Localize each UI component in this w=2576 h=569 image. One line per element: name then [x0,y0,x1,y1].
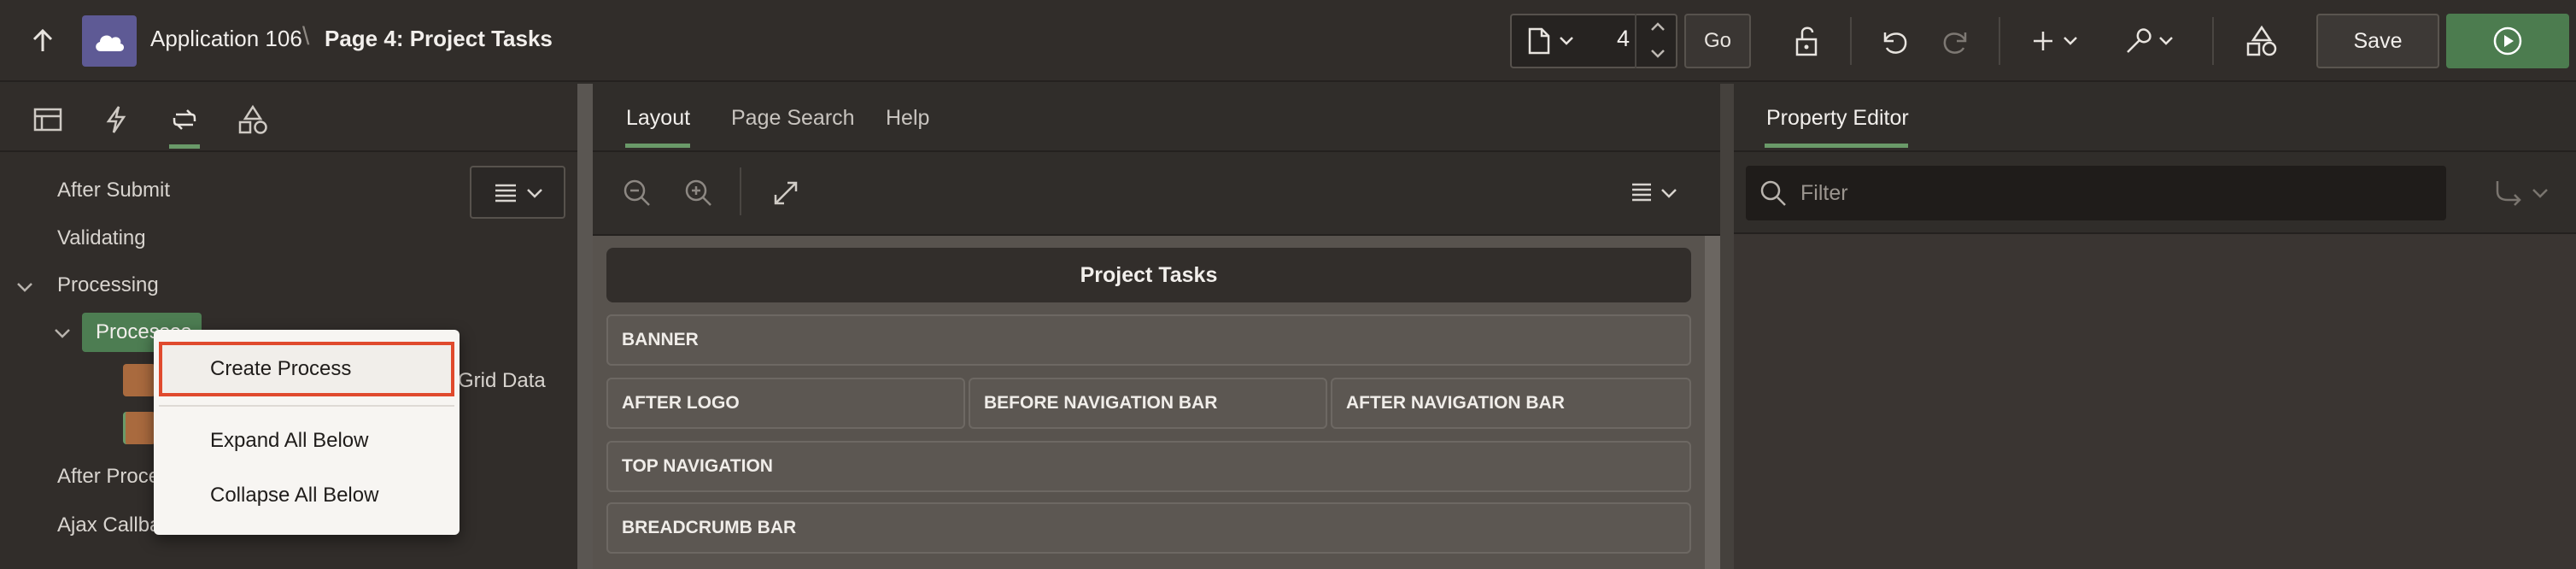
breadcrumb-separator: \ [302,22,310,50]
undo-icon[interactable] [1871,21,1918,62]
play-icon [2493,26,2522,56]
filter-input[interactable] [1800,166,2433,220]
arrow-up-icon[interactable] [17,21,68,62]
slot-top-navigation[interactable]: TOP NAVIGATION [606,441,1691,492]
chevron-down-icon[interactable] [50,321,75,345]
zoom-out-icon[interactable] [618,174,656,212]
active-tab-indicator [1765,144,1908,148]
chevron-down-icon[interactable] [1556,29,1577,53]
page-title: Page 4: Project Tasks [325,26,553,51]
plus-icon[interactable] [2026,21,2060,62]
menu-item-collapse-all-below[interactable]: Collapse All Below [159,468,454,523]
menu-item-expand-all-below[interactable]: Expand All Below [159,414,454,468]
toolbar-divider [1999,17,2000,65]
active-tab-indicator [625,144,690,148]
process-icon [123,364,155,396]
chevron-down-icon[interactable] [2156,29,2176,53]
save-button[interactable]: Save [2316,14,2439,68]
app-name-link[interactable]: Application 106 [150,26,302,52]
wrench-icon[interactable] [2122,21,2156,62]
slot-banner[interactable]: BANNER [606,314,1691,366]
chevron-down-icon[interactable] [1659,183,1679,203]
chevron-down-icon [527,189,542,198]
page-number-input[interactable]: 4 [1599,26,1630,52]
pane-splitter[interactable] [1720,84,1734,569]
tab-property-editor[interactable]: Property Editor [1766,106,1909,131]
slot-breadcrumb-bar[interactable]: BREADCRUMB BAR [606,502,1691,554]
zoom-in-icon[interactable] [680,174,717,212]
tab-help[interactable]: Help [886,106,929,131]
toolbar-divider [1850,17,1852,65]
page-icon[interactable] [1522,26,1556,56]
tree-menu-button[interactable] [470,166,565,219]
dynamic-actions-icon[interactable] [92,94,140,145]
tree-node-processing[interactable]: Processing [57,273,159,297]
redo-icon[interactable] [1932,21,1980,62]
run-page-button[interactable] [2446,14,2569,68]
page-tree-tabs [0,84,577,152]
menu-lines-icon [495,184,516,202]
cloud-icon[interactable] [82,15,137,67]
go-button[interactable]: Go [1684,14,1751,68]
go-to-group-icon[interactable] [2491,174,2528,212]
slot-before-navigation-bar[interactable]: BEFORE NAVIGATION BAR [969,378,1327,429]
tab-page-search[interactable]: Page Search [731,106,855,131]
expand-icon[interactable] [767,174,805,212]
menu-divider [159,405,454,407]
chevron-down-icon[interactable] [2530,183,2550,203]
tree-node-validating[interactable]: Validating [57,226,146,250]
rendering-icon[interactable] [24,94,72,145]
menu-item-create-process[interactable]: Create Process [159,342,454,396]
canvas-scrollbar[interactable] [1705,236,1720,569]
shared-components-icon[interactable] [229,94,277,145]
divider [593,150,1720,152]
menu-lines-icon[interactable] [1628,179,1657,205]
chevron-down-icon[interactable] [12,275,38,299]
processing-icon[interactable] [161,94,208,149]
tree-node-grid-data[interactable]: Grid Data [458,369,546,393]
toolbar-divider [740,167,741,215]
shapes-icon[interactable] [2238,21,2286,62]
region-title[interactable]: Project Tasks [606,248,1691,302]
tree-node-after-submit[interactable]: After Submit [57,179,170,202]
lock-icon[interactable] [1785,21,1833,62]
tab-layout[interactable]: Layout [626,106,690,131]
slot-after-navigation-bar[interactable]: AFTER NAVIGATION BAR [1331,378,1691,429]
filter-field[interactable] [1746,166,2446,220]
slot-after-logo[interactable]: AFTER LOGO [606,378,965,429]
toolbar-divider [2212,17,2214,65]
search-icon [1760,180,1786,206]
chevron-down-icon[interactable] [2060,29,2081,53]
pane-splitter[interactable] [577,84,593,569]
process-icon [123,412,155,444]
page-number-stepper[interactable] [1635,14,1677,68]
